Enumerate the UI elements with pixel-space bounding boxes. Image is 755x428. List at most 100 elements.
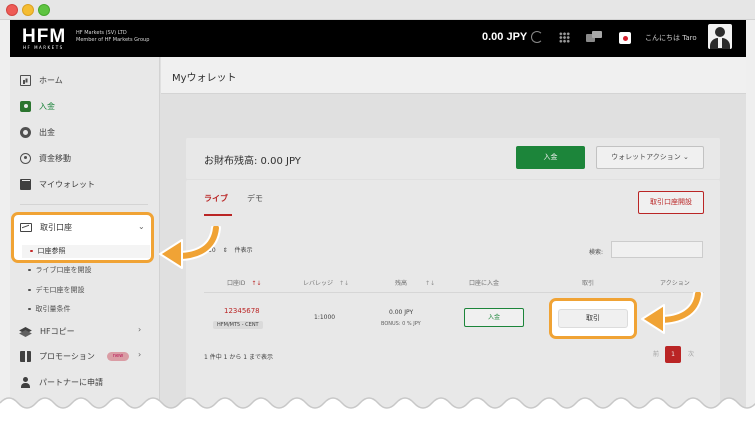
pointer-arrow-left-icon — [641, 292, 703, 334]
sidebar-subitem-volume-conditions[interactable]: 取引量条件 — [28, 304, 71, 314]
sidebar-item-label: ホーム — [39, 75, 63, 85]
sidebar-item-label: パートナーに申請 — [39, 377, 103, 387]
tab-live[interactable]: ライブ — [204, 193, 228, 204]
user-avatar[interactable] — [708, 24, 732, 49]
account-deposit-button[interactable]: 入金 — [464, 308, 524, 327]
wallet-action-dropdown[interactable]: ウォレットアクション ⌄ — [596, 146, 704, 169]
subitem-label: デモ口座を開設 — [35, 286, 85, 294]
column-header-action: アクション — [660, 278, 690, 287]
active-tab-indicator — [204, 214, 232, 216]
person-icon — [20, 376, 31, 388]
sidebar-item-deposit[interactable]: 入金 — [20, 99, 55, 113]
withdraw-icon — [20, 126, 31, 138]
select-arrows-icon: ⇕ — [222, 247, 228, 254]
torn-edge-decoration — [0, 397, 755, 428]
sidebar-subitem-open-demo[interactable]: デモ口座を開設 — [28, 285, 85, 295]
sort-icon: ↑↓ — [339, 280, 350, 287]
chart-line-icon — [20, 223, 32, 232]
column-label: 残高 — [395, 280, 408, 287]
sidebar-divider — [20, 204, 148, 205]
sidebar-item-transfer[interactable]: 資金移動 — [20, 151, 71, 165]
sidebar-item-home[interactable]: ホーム — [20, 73, 63, 87]
company-name: HF Markets (SV) LTD — [76, 30, 127, 36]
transfer-icon — [20, 152, 31, 164]
wallet-balance: お財布残高: 0.00 JPY — [204, 156, 301, 167]
maximize-window-icon[interactable] — [38, 4, 50, 16]
column-label: 口座に入金 — [469, 280, 500, 287]
sidebar-item-label: HFコピー — [40, 326, 75, 336]
column-label: レバレッジ — [303, 280, 334, 287]
sidebar-subitem-open-live[interactable]: ライブ口座を開設 — [28, 265, 92, 275]
sort-icon: ↑↓ — [251, 280, 262, 287]
sidebar-item-label: 取引口座 — [40, 223, 72, 232]
trade-button[interactable]: 取引 — [558, 309, 628, 328]
sidebar-item-hfcopy[interactable]: HFコピー — [20, 324, 75, 338]
column-header-leverage[interactable]: レバレッジ ↑↓ — [303, 278, 349, 287]
sidebar-item-label: マイウォレット — [39, 179, 95, 189]
table-info: 1 件中 1 から 1 まで表示 — [204, 354, 273, 361]
account-type-tag: HFM/MT5 - CENT — [213, 321, 263, 329]
sidebar-item-trading-accounts[interactable]: 取引口座 — [20, 222, 72, 233]
wallet-icon — [20, 178, 31, 190]
sidebar-item-label: 資金移動 — [39, 153, 71, 163]
company-group: Member of HF Markets Group — [76, 37, 150, 43]
gift-icon — [20, 350, 31, 362]
main-content: Myウォレット お財布残高: 0.00 JPY 入金 ウォレットアクション ⌄ … — [161, 57, 746, 428]
sort-icon: ↑↓ — [425, 280, 436, 287]
column-label: アクション — [660, 280, 690, 287]
highlighted-trading-accounts-menu: 取引口座 ⌄ 口座参照 — [11, 212, 154, 263]
user-greeting[interactable]: こんにちは Taro — [645, 33, 697, 43]
sidebar-item-promotion[interactable]: プロモーション new — [20, 349, 130, 363]
sidebar-item-label: 入金 — [39, 101, 55, 111]
column-label: 口座ID — [227, 280, 246, 287]
chevron-down-icon: ⌄ — [138, 222, 145, 231]
page-title-bar: Myウォレット — [161, 57, 746, 94]
sidebar-item-my-wallet[interactable]: マイウォレット — [20, 177, 95, 191]
subitem-label: ライブ口座を開設 — [35, 266, 92, 274]
logo-subtitle: HF MARKETS — [23, 45, 64, 50]
subitem-label: 口座参照 — [37, 247, 66, 255]
screenshot-frame: HFM HF MARKETS HF Markets (SV) LTD Membe… — [0, 0, 755, 428]
pointer-arrow-left-icon — [159, 226, 221, 269]
sidebar-subitem-account-list[interactable]: 口座参照 — [22, 245, 150, 258]
column-header-account-id[interactable]: 口座ID ↑↓ — [227, 278, 261, 287]
close-window-icon[interactable] — [6, 4, 18, 16]
column-header-trade: 取引 — [582, 278, 594, 287]
column-label: 取引 — [582, 280, 595, 287]
sidebar-item-label: 出金 — [39, 127, 55, 137]
subitem-label: 取引量条件 — [35, 305, 71, 313]
chevron-right-icon: › — [138, 350, 142, 359]
minimize-window-icon[interactable] — [22, 4, 34, 16]
dashboard-icon — [20, 74, 31, 86]
japan-flag-icon[interactable] — [619, 32, 631, 44]
layers-icon — [20, 326, 32, 336]
sidebar-item-partner[interactable]: パートナーに申請 — [20, 375, 103, 389]
deposit-button[interactable]: 入金 — [516, 146, 585, 169]
wallet-balance-card: お財布残高: 0.00 JPY 入金 ウォレットアクション ⌄ — [186, 138, 720, 179]
top-header: HFM HF MARKETS HF Markets (SV) LTD Membe… — [10, 20, 746, 57]
pager-prev[interactable]: 前 — [649, 346, 663, 363]
column-header-balance[interactable]: 残高 ↑↓ — [395, 278, 435, 287]
highlighted-trade-button: 取引 — [549, 298, 637, 339]
refresh-icon[interactable] — [531, 31, 543, 43]
sidebar-item-withdraw[interactable]: 出金 — [20, 125, 55, 139]
column-header-deposit[interactable]: 口座に入金 — [469, 278, 499, 287]
open-trading-account-button[interactable]: 取引口座開設 — [638, 191, 704, 214]
tab-demo[interactable]: デモ — [247, 193, 263, 204]
leverage-value: 1:1000 — [314, 314, 336, 321]
pager-current-page[interactable]: 1 — [665, 346, 681, 363]
chat-icon[interactable] — [586, 31, 602, 43]
account-id-link[interactable]: 12345678 — [224, 307, 260, 315]
search-label: 検索: — [589, 249, 604, 256]
page-length-suffix: 件表示 — [234, 247, 253, 254]
new-badge: new — [106, 351, 130, 361]
header-balance: 0.00 JPY — [482, 31, 528, 43]
pager-next[interactable]: 次 — [684, 346, 698, 363]
search-input[interactable] — [611, 241, 703, 258]
company-info: HF Markets (SV) LTD Member of HF Markets… — [76, 30, 149, 44]
balance-value: 0.00 JPY — [389, 309, 414, 316]
chevron-right-icon: › — [138, 325, 142, 334]
bonus-value: BONUS: 0 % JPY — [381, 321, 421, 327]
apps-grid-icon[interactable] — [559, 32, 570, 43]
window-titlebar — [0, 0, 755, 20]
